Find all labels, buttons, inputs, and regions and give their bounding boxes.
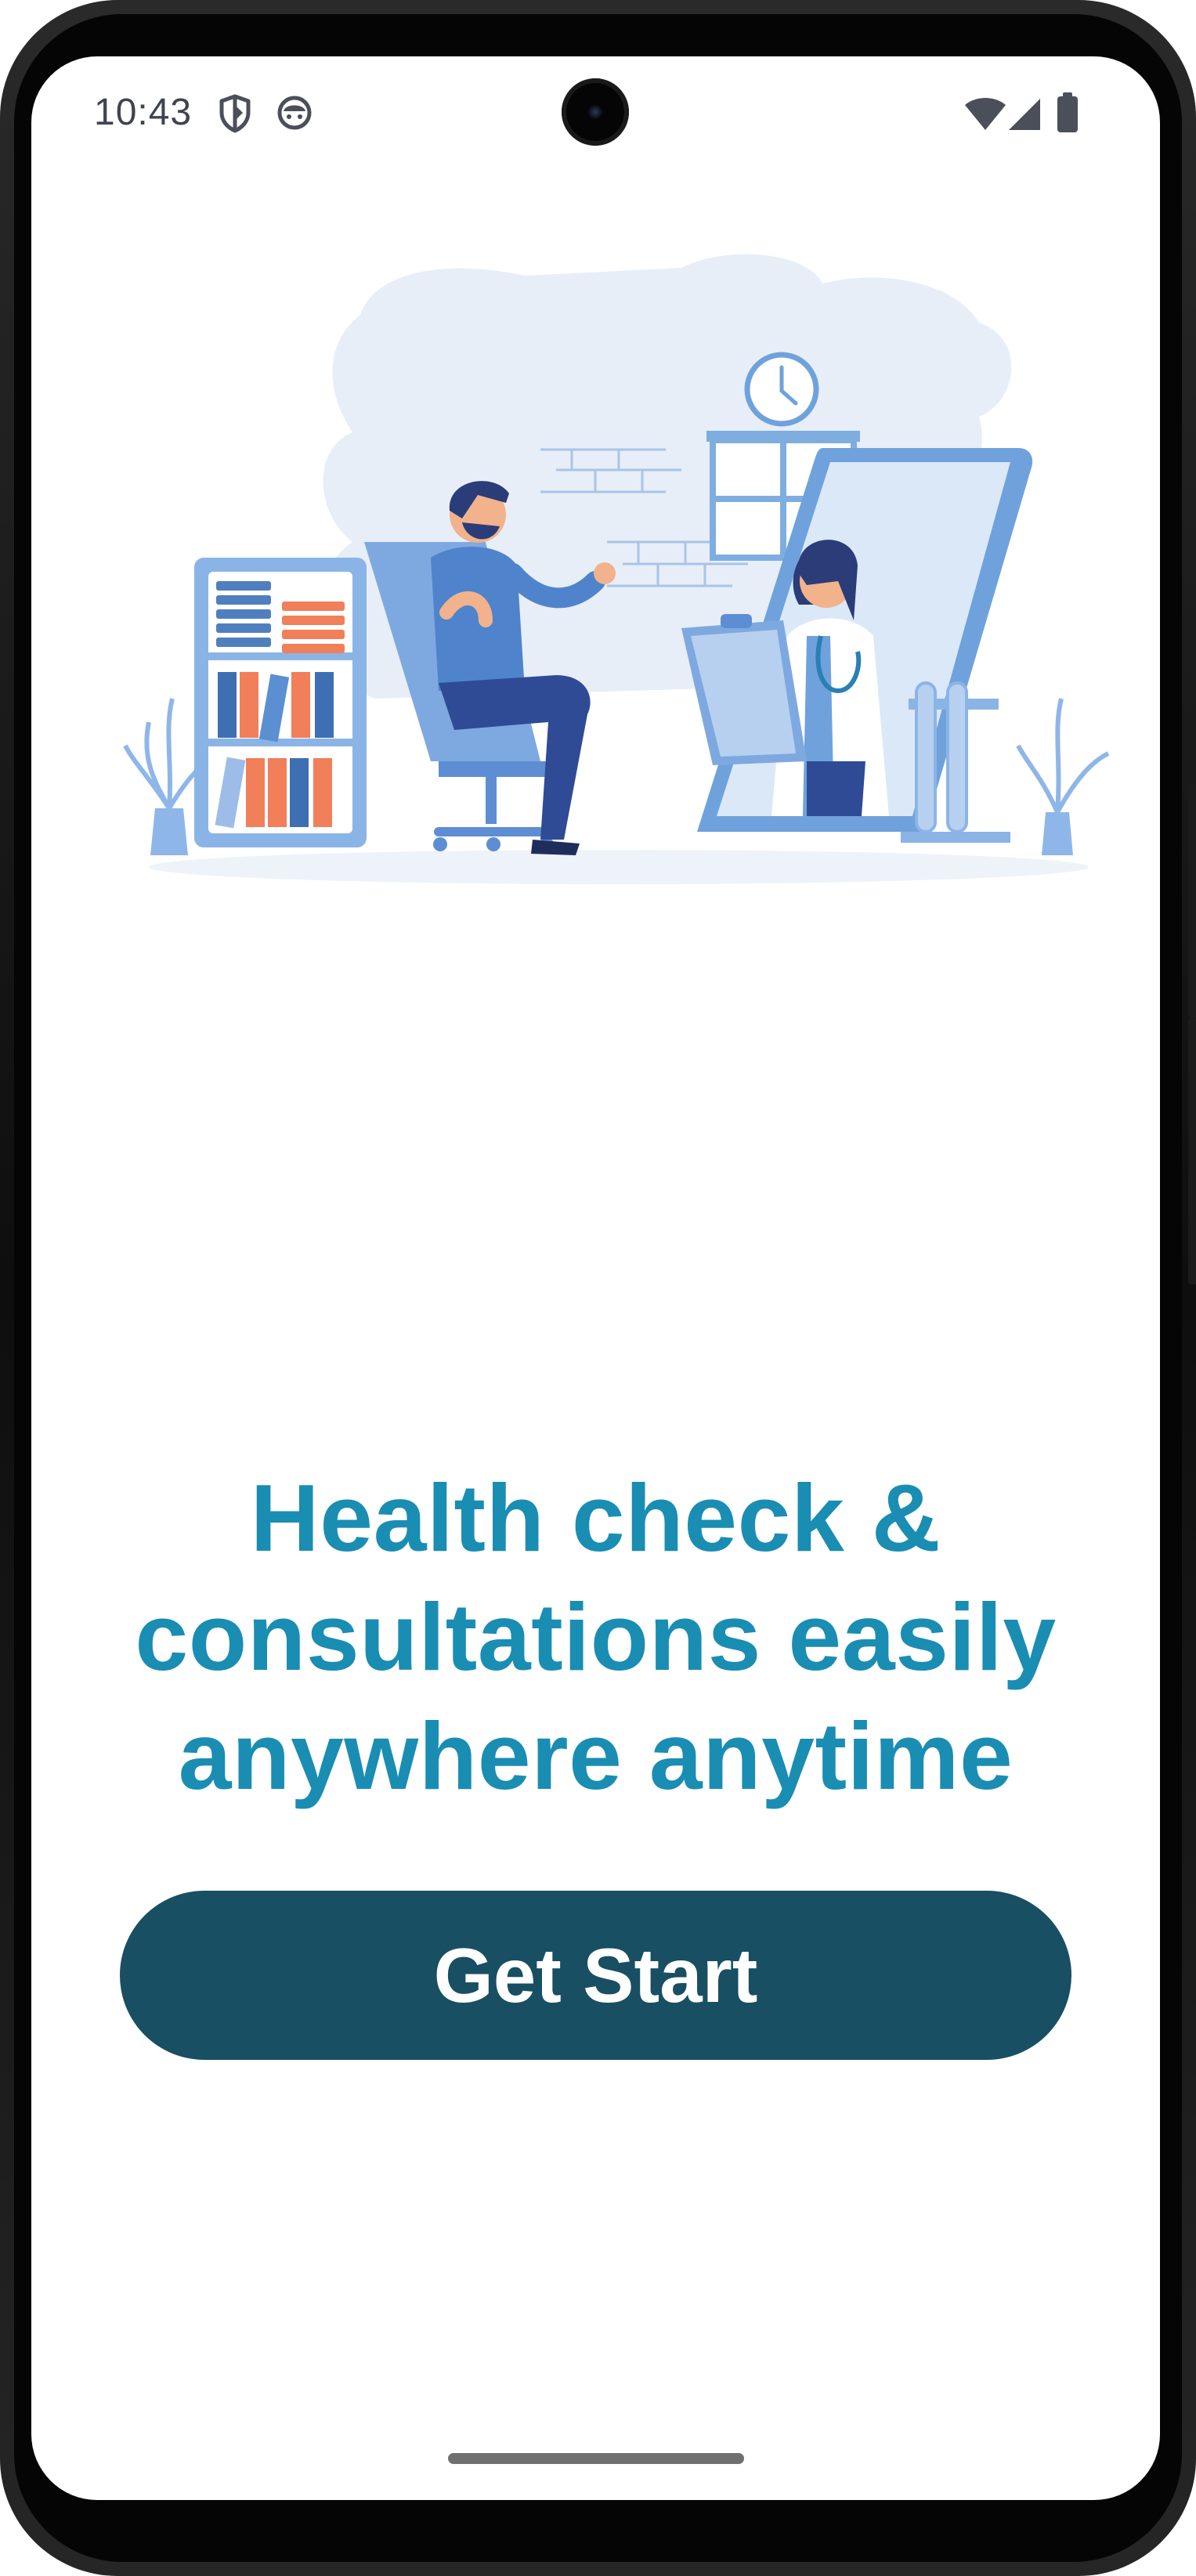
home-indicator[interactable] <box>448 2453 744 2464</box>
headline-line-3: anywhere anytime <box>178 1703 1014 1809</box>
battery-icon <box>1057 92 1078 132</box>
headline-line-2: consultations easily <box>135 1584 1057 1690</box>
app-screen: 10:43 Health check & consultations easil… <box>31 56 1160 2500</box>
wall-clock <box>744 352 819 427</box>
onboarding-headline: Health check & consultations easily anyw… <box>78 1458 1113 1815</box>
front-camera <box>562 78 629 146</box>
bookshelf <box>194 558 367 847</box>
status-bar: 10:43 <box>31 56 1160 174</box>
test-tubes <box>901 681 1010 843</box>
device-frame: 10:43 Health check & consultations easil… <box>0 0 1196 2576</box>
status-time: 10:43 <box>94 92 193 133</box>
wifi-icon <box>965 98 1006 130</box>
headline-line-1: Health check & <box>250 1465 941 1571</box>
doctor-consultation-illustration <box>123 254 1110 884</box>
signal-icon <box>1009 99 1040 130</box>
power-button <box>1188 783 1196 1018</box>
plant-right <box>1016 698 1110 855</box>
volume-button <box>1188 1018 1196 1284</box>
get-start-button[interactable]: Get Start <box>120 1891 1071 2060</box>
android-face-icon <box>277 96 312 130</box>
shield-icon <box>219 94 251 133</box>
